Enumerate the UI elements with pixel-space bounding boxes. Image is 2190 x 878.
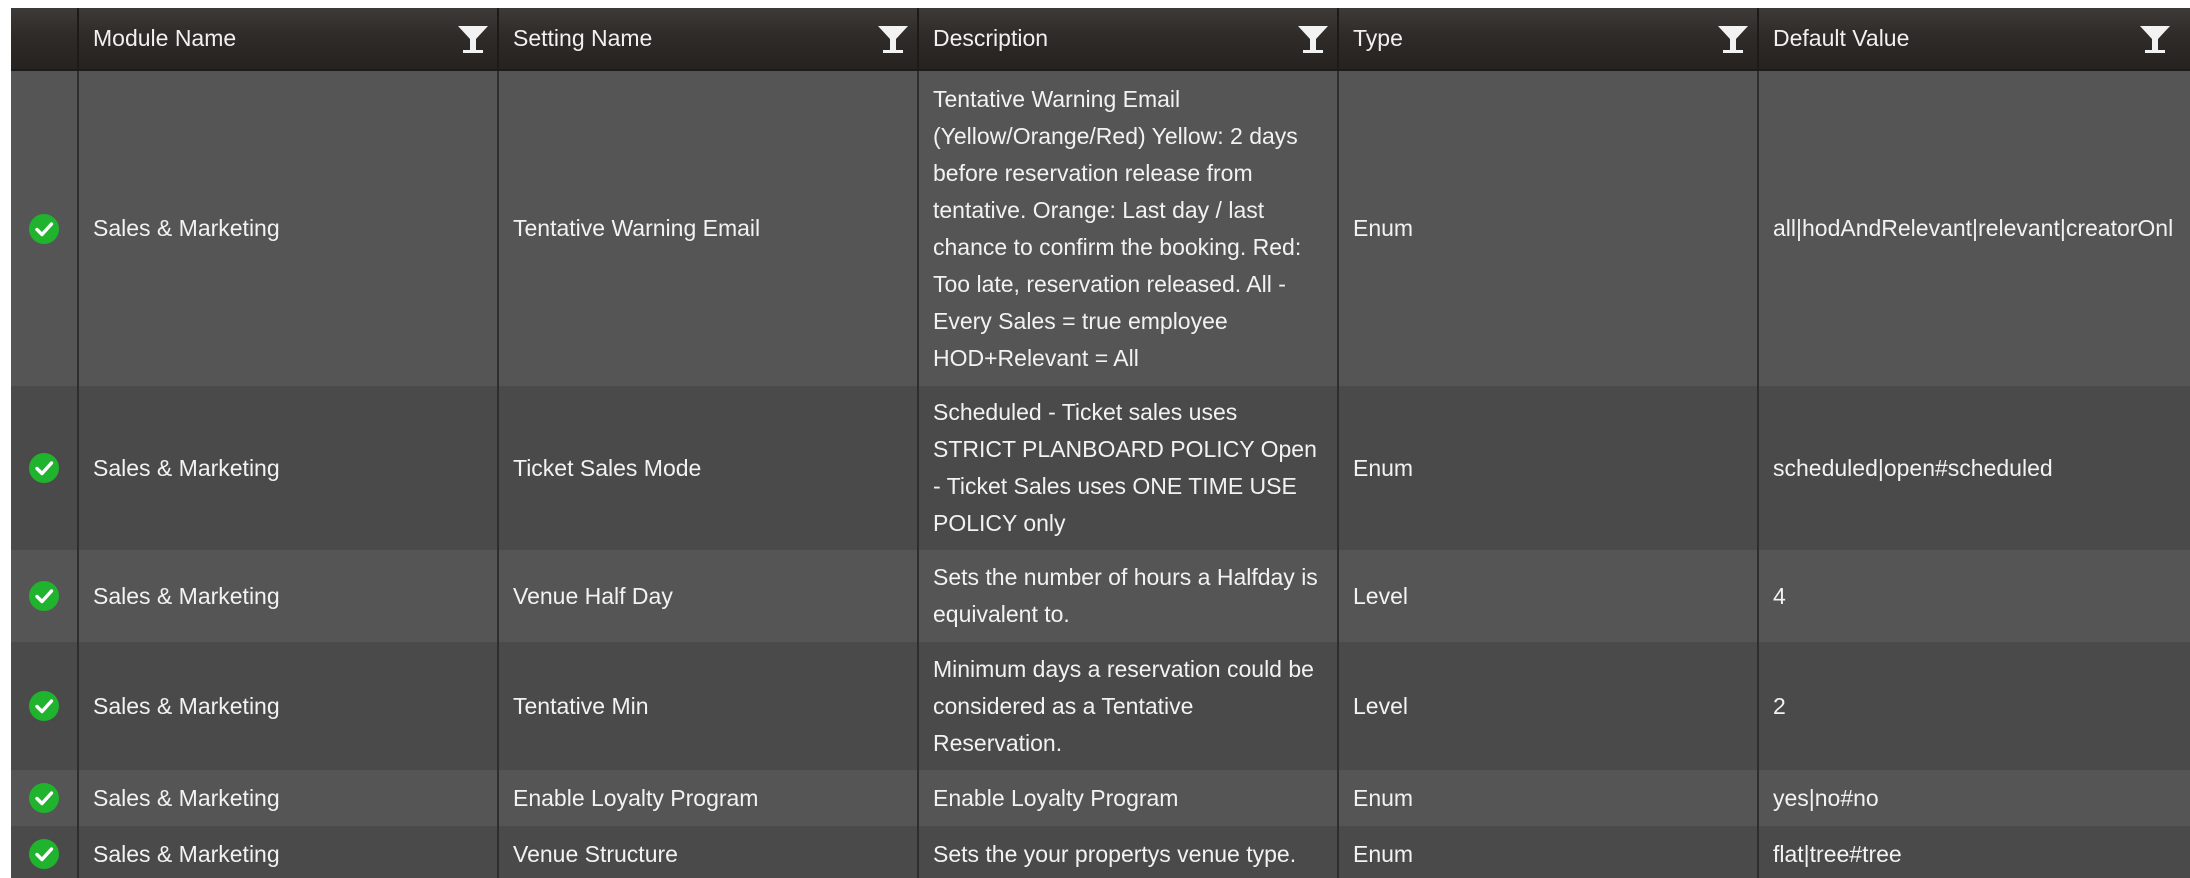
- module-name-cell: Sales & Marketing: [78, 550, 499, 642]
- setting-name-cell: Enable Loyalty Program: [498, 770, 919, 826]
- type-cell: Level: [1338, 642, 1759, 770]
- check-circle-icon: [29, 783, 59, 813]
- column-header-label: Description: [933, 25, 1049, 51]
- column-header-status: [11, 8, 79, 71]
- column-header-description[interactable]: Description: [918, 8, 1339, 71]
- type-cell: Enum: [1338, 386, 1759, 550]
- filter-icon[interactable]: [877, 24, 909, 54]
- default-value-cell: 2: [1758, 642, 2190, 770]
- table-row[interactable]: Sales & Marketing Venue Structure Sets t…: [11, 826, 2190, 878]
- table-row[interactable]: Sales & Marketing Ticket Sales Mode Sche…: [11, 386, 2190, 550]
- column-header-setting-name[interactable]: Setting Name: [498, 8, 919, 71]
- filter-icon[interactable]: [2139, 24, 2171, 54]
- status-cell: [11, 770, 79, 826]
- status-cell: [11, 70, 79, 386]
- setting-name-cell: Venue Half Day: [498, 550, 919, 642]
- column-header-module-name[interactable]: Module Name: [78, 8, 499, 71]
- default-value-cell: yes|no#no: [1758, 770, 2190, 826]
- table-row[interactable]: Sales & Marketing Enable Loyalty Program…: [11, 770, 2190, 826]
- default-value-cell: flat|tree#tree: [1758, 826, 2190, 878]
- type-cell: Enum: [1338, 770, 1759, 826]
- default-value-cell: all|hodAndRelevant|relevant|creatorOnl: [1758, 70, 2190, 386]
- default-value-cell: 4: [1758, 550, 2190, 642]
- setting-name-cell: Venue Structure: [498, 826, 919, 878]
- settings-grid: Module Name Setting Name Description Typ…: [11, 8, 2190, 878]
- description-cell: Scheduled - Ticket sales uses STRICT PLA…: [918, 386, 1339, 550]
- status-cell: [11, 550, 79, 642]
- description-cell: Sets the number of hours a Halfday is eq…: [918, 550, 1339, 642]
- column-header-default-value[interactable]: Default Value: [1758, 8, 2190, 71]
- table-body: Sales & Marketing Tentative Warning Emai…: [11, 70, 2190, 878]
- module-name-cell: Sales & Marketing: [78, 642, 499, 770]
- module-name-cell: Sales & Marketing: [78, 70, 499, 386]
- status-cell: [11, 642, 79, 770]
- column-header-label: Default Value: [1773, 25, 1910, 51]
- module-name-cell: Sales & Marketing: [78, 386, 499, 550]
- filter-icon[interactable]: [1717, 24, 1749, 54]
- check-circle-icon: [29, 453, 59, 483]
- status-cell: [11, 826, 79, 878]
- settings-table: Module Name Setting Name Description Typ…: [11, 8, 2190, 878]
- description-cell: Tentative Warning Email (Yellow/Orange/R…: [918, 70, 1339, 386]
- description-cell: Enable Loyalty Program: [918, 770, 1339, 826]
- filter-icon[interactable]: [457, 24, 489, 54]
- column-header-label: Setting Name: [513, 25, 653, 51]
- filter-icon[interactable]: [1297, 24, 1329, 54]
- setting-name-cell: Tentative Min: [498, 642, 919, 770]
- status-cell: [11, 386, 79, 550]
- type-cell: Enum: [1338, 826, 1759, 878]
- type-cell: Level: [1338, 550, 1759, 642]
- column-header-label: Module Name: [93, 25, 237, 51]
- table-row[interactable]: Sales & Marketing Tentative Warning Emai…: [11, 70, 2190, 386]
- check-circle-icon: [29, 581, 59, 611]
- setting-name-cell: Tentative Warning Email: [498, 70, 919, 386]
- description-cell: Sets the your propertys venue type.: [918, 826, 1339, 878]
- check-circle-icon: [29, 839, 59, 869]
- check-circle-icon: [29, 213, 59, 244]
- table-row[interactable]: Sales & Marketing Tentative Min Minimum …: [11, 642, 2190, 770]
- type-cell: Enum: [1338, 70, 1759, 386]
- default-value-cell: scheduled|open#scheduled: [1758, 386, 2190, 550]
- column-header-label: Type: [1353, 25, 1403, 51]
- header-row: Module Name Setting Name Description Typ…: [11, 8, 2190, 71]
- column-header-type[interactable]: Type: [1338, 8, 1759, 71]
- table-header: Module Name Setting Name Description Typ…: [11, 8, 2190, 71]
- description-cell: Minimum days a reservation could be cons…: [918, 642, 1339, 770]
- module-name-cell: Sales & Marketing: [78, 826, 499, 878]
- setting-name-cell: Ticket Sales Mode: [498, 386, 919, 550]
- table-row[interactable]: Sales & Marketing Venue Half Day Sets th…: [11, 550, 2190, 642]
- check-circle-icon: [29, 691, 59, 721]
- module-name-cell: Sales & Marketing: [78, 770, 499, 826]
